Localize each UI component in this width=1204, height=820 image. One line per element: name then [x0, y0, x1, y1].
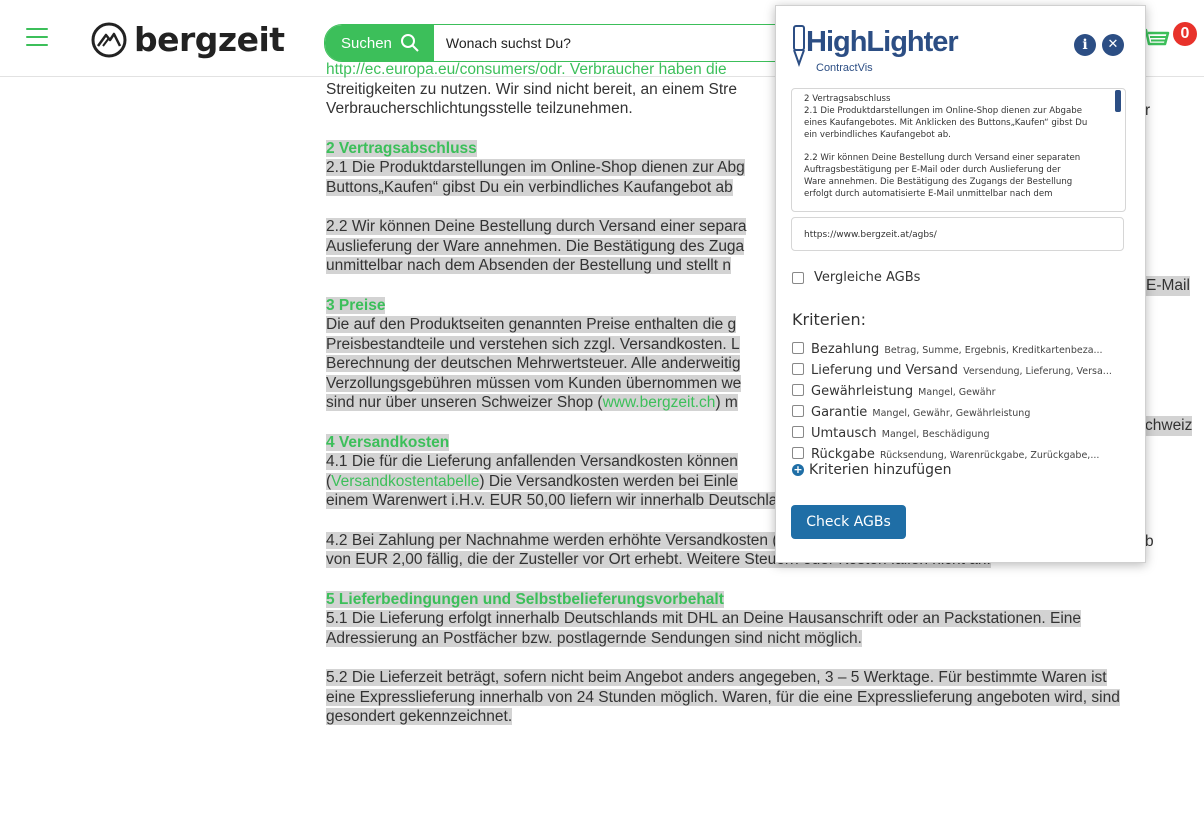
text-line: sind nur über unseren Schweizer Shop ( [326, 394, 603, 411]
criteria-name: Bezahlung [811, 342, 880, 357]
menu-icon[interactable] [26, 28, 48, 46]
highlighter-title: HighLighter [806, 26, 959, 58]
text-line: Preisbestandteile und verstehen sich zzg… [326, 335, 740, 353]
text-fragment: b [1145, 533, 1154, 550]
criteria-keywords: Versendung, Lieferung, Versa... [963, 366, 1112, 377]
text-line: Die auf den Produktseiten genannten Prei… [326, 316, 737, 333]
highlighter-popup: HighLighter ContractVis i ✕ 2 Vertragsab… [775, 5, 1146, 563]
criteria-list: Bezahlung Betrag, Summe, Ergebnis, Kredi… [792, 337, 1137, 463]
criteria-item[interactable]: Gewährleistung Mangel, Gewähr [792, 379, 1137, 400]
criteria-checkbox[interactable] [792, 425, 804, 438]
criteria-item[interactable]: Lieferung und Versand Versendung, Liefer… [792, 358, 1137, 379]
preview-scrollbar[interactable] [1115, 90, 1121, 112]
intro-line: Streitigkeiten zu nutzen. Wir sind nicht… [326, 80, 737, 98]
check-agbs-button[interactable]: Check AGBs [791, 505, 906, 539]
criteria-item[interactable]: Rückgabe Rücksendung, Warenrückgabe, Zur… [792, 442, 1137, 463]
mountain-logo-icon [91, 22, 127, 57]
search-icon [400, 34, 419, 52]
text-line: eine Expresslieferung innerhalb von 24 S… [326, 688, 1120, 706]
text-line: gesondert gekennzeichnet. [326, 708, 513, 725]
section-lieferbedingungen: 5 Lieferbedingungen und Selbstbelieferun… [326, 590, 1196, 649]
odr-link[interactable]: http://ec.europa.eu/consumers/odr. Verbr… [326, 61, 727, 78]
text-line: ) Die Versandkosten werden bei Einle [479, 472, 738, 490]
criteria-keywords: Mangel, Beschädigung [881, 429, 990, 440]
text-line: 5.1 Die Lieferung erfolgt innerhalb Deut… [326, 610, 1082, 627]
url-field[interactable]: https://www.bergzeit.at/agbs/ [791, 217, 1124, 251]
criteria-name: Lieferung und Versand [811, 363, 958, 378]
plus-circle-icon: + [792, 463, 804, 476]
preview-line: 2.1 Die Produktdarstellungen im Online-S… [804, 106, 1082, 116]
preview-line: Ware annehmen. Die Bestätigung des Zugan… [804, 177, 1073, 187]
bergzeit-ch-link[interactable]: www.bergzeit.ch [603, 394, 716, 411]
criteria-keywords: Mangel, Gewähr [918, 387, 996, 398]
logo-text: bergzeit [134, 20, 285, 59]
text-line: Berechnung der deutschen Mehrwertsteuer.… [326, 355, 741, 372]
text-line: Verzollungsgebühren müssen vom Kunden üb… [326, 374, 742, 392]
cart-count-badge: 0 [1173, 22, 1197, 46]
paragraph-5-2: 5.2 Die Lieferzeit beträgt, sofern nicht… [326, 668, 1196, 727]
criteria-checkbox[interactable] [792, 446, 804, 459]
section-heading: 5 Lieferbedingungen und Selbstbelieferun… [326, 590, 724, 608]
preview-line: 2 Vertragsabschluss [804, 94, 891, 104]
criteria-checkbox[interactable] [792, 341, 804, 354]
close-icon[interactable]: ✕ [1102, 34, 1124, 56]
preview-line: ein verbindliches Kaufangebot ab. [804, 130, 951, 140]
intro-line: Verbraucherschlichtungsstelle teilzunehm… [326, 100, 633, 117]
text-fragment: E-Mail [1146, 276, 1190, 296]
text-line: 2.2 Wir können Deine Bestellung durch Ve… [326, 218, 747, 235]
text-line: unmittelbar nach dem Absenden der Bestel… [326, 257, 731, 274]
criteria-name: Rückgabe [811, 447, 875, 462]
criteria-keywords: Betrag, Summe, Ergebnis, Kreditkartenbez… [884, 345, 1103, 356]
highlighter-pen-icon [793, 25, 805, 67]
criteria-checkbox[interactable] [792, 404, 804, 417]
criteria-item[interactable]: Bezahlung Betrag, Summe, Ergebnis, Kredi… [792, 337, 1137, 358]
criteria-keywords: Rücksendung, Warenrückgabe, Zurückgabe,.… [879, 450, 1100, 461]
versandkostentabelle-link[interactable]: Versandkostentabelle [331, 473, 479, 490]
add-criteria-label: Kriterien hinzufügen [809, 462, 952, 478]
text-line: 4.1 Die für die Lieferung anfallenden Ve… [326, 453, 738, 470]
preview-line: 2.2 Wir können Deine Bestellung durch Ve… [804, 153, 1081, 163]
compare-checkbox[interactable] [792, 271, 804, 284]
text-line: ) m [715, 394, 738, 411]
preview-line: Auftragsbestätigung per E-Mail oder durc… [804, 165, 1061, 175]
criteria-name: Gewährleistung [811, 384, 914, 399]
criteria-keywords: Mangel, Gewähr, Gewährleistung [872, 408, 1031, 419]
text-line: Buttons„Kaufen“ gibst Du ein verbindlich… [326, 178, 733, 196]
search-label: Suchen [341, 34, 392, 52]
criteria-name: Garantie [811, 405, 868, 420]
logo[interactable]: bergzeit [90, 20, 285, 59]
info-icon[interactable]: i [1074, 34, 1096, 56]
section-heading: 3 Preise [326, 296, 386, 314]
text-fragment: chweiz [1145, 416, 1193, 436]
criteria-item[interactable]: Garantie Mangel, Gewähr, Gewährleistung [792, 400, 1137, 421]
search-bar: Suchen [324, 24, 796, 62]
text-line: 2.1 Die Produktdarstellungen im Online-S… [326, 159, 745, 176]
compare-agbs-option[interactable]: Vergleiche AGBs [792, 270, 920, 285]
text-line: Adressierung an Postfächer bzw. postlage… [326, 629, 862, 647]
text-line: Auslieferung der Ware annehmen. Die Best… [326, 237, 745, 255]
highlighter-subtitle: ContractVis [816, 62, 873, 74]
search-button[interactable]: Suchen [325, 25, 434, 61]
preview-line: erfolgt durch automatisierte E-Mail unmi… [804, 189, 1053, 199]
add-criteria-link[interactable]: + Kriterien hinzufügen [792, 462, 952, 478]
criteria-item[interactable]: Umtausch Mangel, Beschädigung [792, 421, 1137, 442]
criteria-title: Kriterien: [792, 310, 867, 329]
criteria-checkbox[interactable] [792, 362, 804, 375]
preview-line: eines Kaufangebotes. Mit Anklicken des B… [804, 118, 1088, 128]
agb-text-preview[interactable]: 2 Vertragsabschluss 2.1 Die Produktdarst… [791, 88, 1126, 212]
text-line: 5.2 Die Lieferzeit beträgt, sofern nicht… [326, 669, 1107, 686]
section-heading: 4 Versandkosten [326, 433, 450, 451]
section-heading: 2 Vertragsabschluss [326, 139, 477, 157]
criteria-name: Umtausch [811, 426, 877, 441]
criteria-checkbox[interactable] [792, 383, 804, 396]
search-input[interactable] [433, 34, 748, 52]
compare-label: Vergleiche AGBs [814, 270, 921, 285]
